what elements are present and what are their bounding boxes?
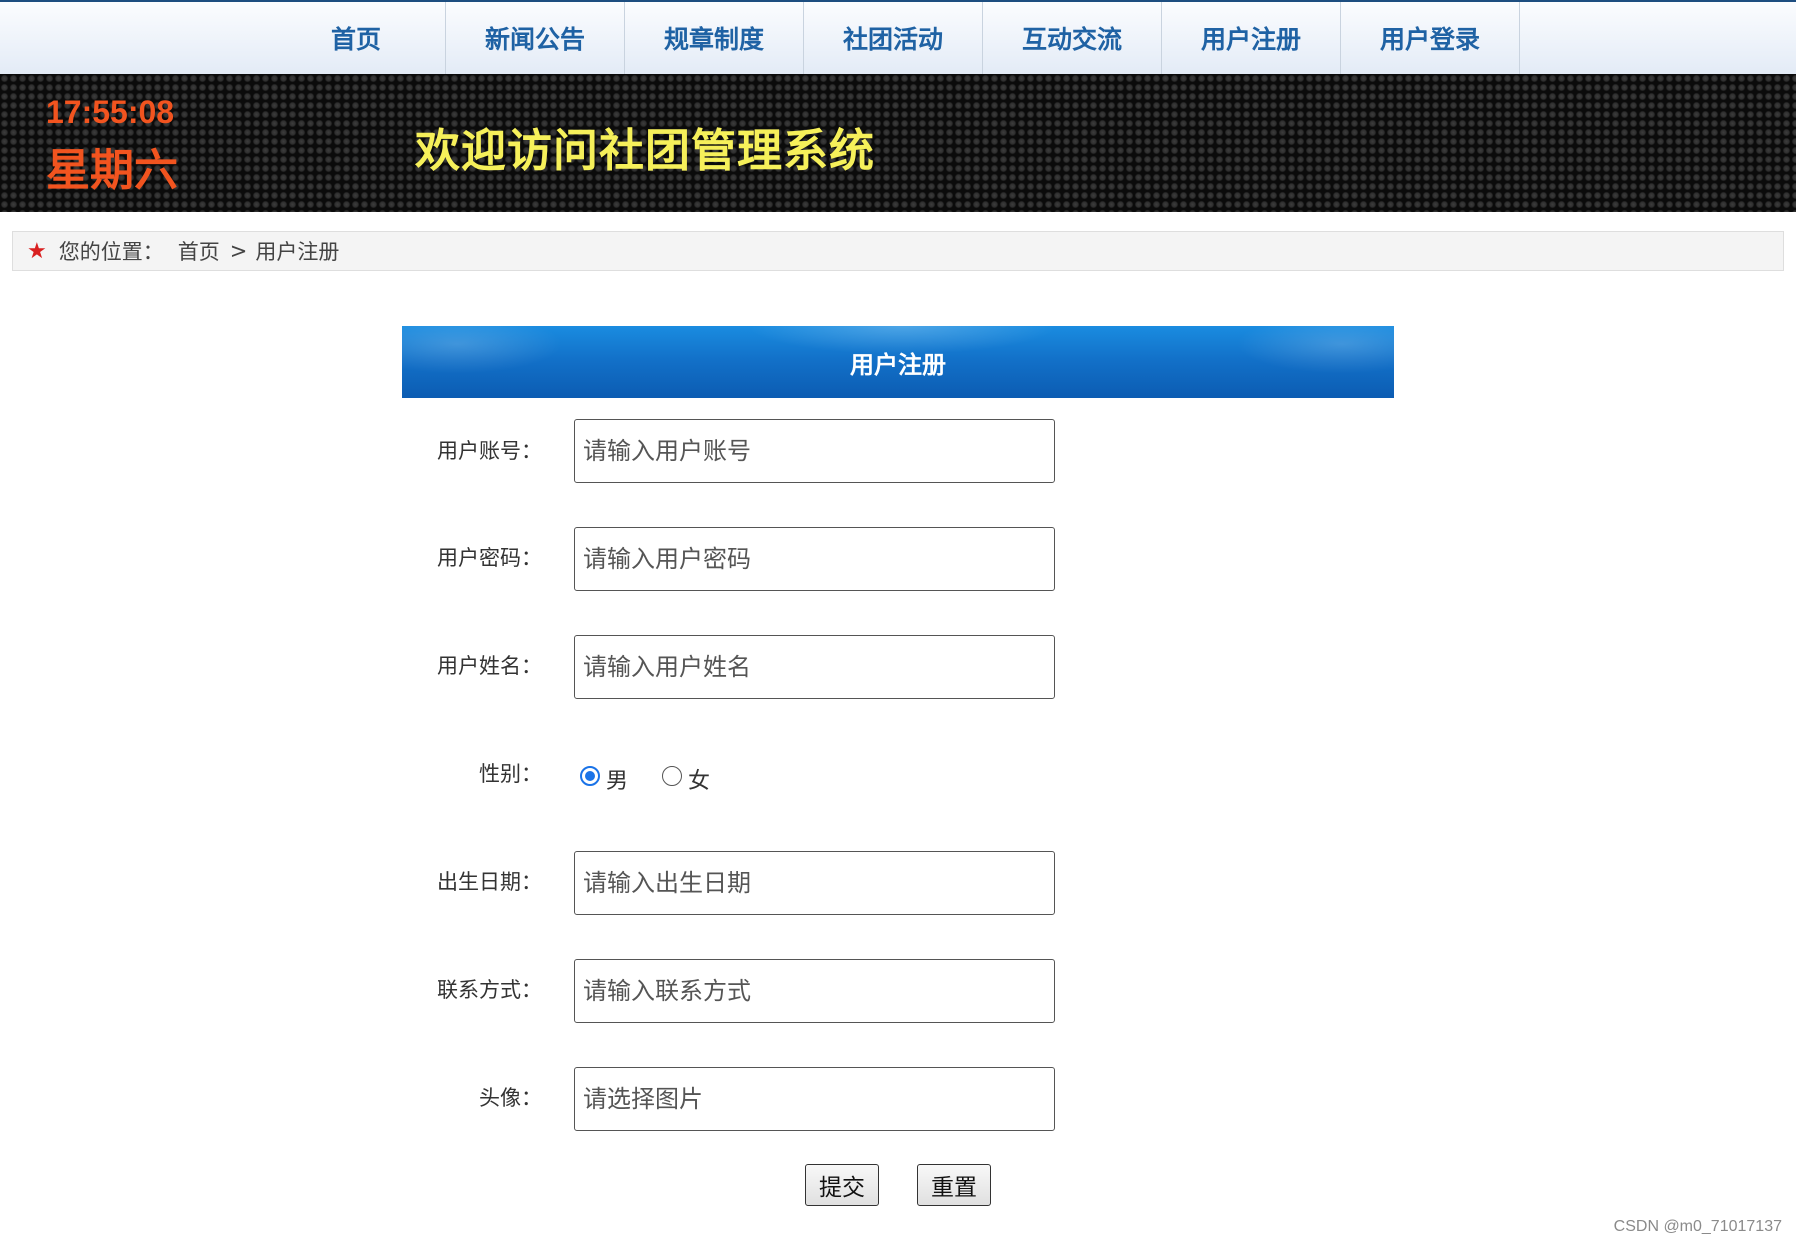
contact-label: 联系方式： — [437, 978, 542, 1002]
nav-items: 首页 新闻公告 规章制度 社团活动 互动交流 用户注册 用户登录 — [267, 2, 1520, 74]
star-icon: ★ — [27, 238, 47, 264]
birthday-label: 出生日期： — [437, 870, 542, 894]
welcome-title: 欢迎访问社团管理系统 — [415, 124, 876, 177]
top-nav: 首页 新闻公告 规章制度 社团活动 互动交流 用户注册 用户登录 — [0, 0, 1796, 74]
nav-item-login[interactable]: 用户登录 — [1341, 2, 1520, 74]
nav-item-forum[interactable]: 互动交流 — [983, 2, 1162, 74]
clock-weekday: 星期六 — [46, 145, 178, 196]
contact-input[interactable] — [574, 959, 1055, 1023]
gender-label: 性别： — [479, 762, 542, 786]
submit-button[interactable]: 提交 — [805, 1164, 879, 1206]
form-title-bar: 用户注册 — [402, 326, 1394, 398]
gender-female-label[interactable]: 女 — [688, 763, 710, 795]
breadcrumb-home-link[interactable]: 首页 — [178, 236, 220, 266]
form-title: 用户注册 — [850, 350, 946, 379]
reset-button[interactable]: 重置 — [917, 1164, 991, 1206]
nav-item-rules[interactable]: 规章制度 — [625, 2, 804, 74]
nav-item-home[interactable]: 首页 — [267, 2, 446, 74]
breadcrumb-prefix: 您的位置： — [58, 240, 164, 264]
name-label: 用户姓名： — [437, 654, 542, 678]
password-label: 用户密码： — [437, 546, 542, 570]
clock-time: 17:55:08 — [46, 94, 175, 130]
gender-male-label[interactable]: 男 — [606, 763, 628, 795]
gender-male-radio[interactable] — [580, 766, 600, 786]
watermark: CSDN @m0_71017137 — [1613, 1218, 1782, 1235]
account-label: 用户账号： — [437, 439, 542, 463]
avatar-label: 头像： — [479, 1086, 542, 1110]
avatar-input[interactable] — [574, 1067, 1055, 1131]
header-banner: 17:55:08 星期六 欢迎访问社团管理系统 — [0, 74, 1796, 212]
birthday-input[interactable] — [574, 851, 1055, 915]
nav-item-register[interactable]: 用户注册 — [1162, 2, 1341, 74]
breadcrumb-separator: > — [229, 239, 248, 263]
breadcrumb-current: 用户注册 — [255, 240, 340, 264]
nav-item-activities[interactable]: 社团活动 — [804, 2, 983, 74]
name-input[interactable] — [574, 635, 1055, 699]
password-input[interactable] — [574, 527, 1055, 591]
gender-radio-group: 男 女 — [580, 760, 744, 795]
gender-female-radio[interactable] — [662, 766, 683, 786]
breadcrumb: ★ 您的位置： 首页 > 用户注册 — [12, 231, 1784, 271]
nav-item-news[interactable]: 新闻公告 — [446, 2, 625, 74]
account-input[interactable] — [574, 419, 1055, 483]
